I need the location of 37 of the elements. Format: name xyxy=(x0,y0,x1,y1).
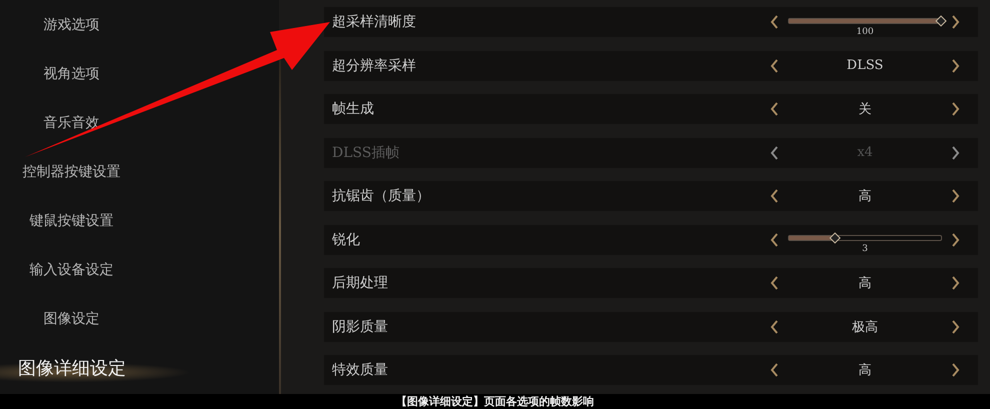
sidebar-item[interactable]: 输入设备设定 xyxy=(30,260,114,278)
sidebar-item[interactable]: 图像设定 xyxy=(44,310,100,328)
slider-thumb[interactable] xyxy=(828,232,840,244)
slider-value: 100 xyxy=(856,26,874,36)
setting-label: 超分辨率采样 xyxy=(332,56,416,74)
sidebar-item[interactable]: 视角选项 xyxy=(44,64,100,82)
setting-label: 特效质量 xyxy=(332,361,388,379)
setting-row[interactable]: 特效质量 高 xyxy=(324,355,978,385)
option-value: x4 xyxy=(857,145,873,160)
option-value: 高 xyxy=(858,188,872,205)
setting-row[interactable]: 抗锯齿（质量） 高 xyxy=(324,181,978,211)
setting-label: DLSS插帧 xyxy=(332,144,400,162)
option-value: 高 xyxy=(858,362,872,379)
sidebar-item[interactable]: 图像详细设定 xyxy=(18,356,126,380)
setting-label: 帧生成 xyxy=(332,100,374,118)
setting-label: 抗锯齿（质量） xyxy=(332,187,430,205)
setting-row[interactable]: 锐化 3 xyxy=(324,224,978,254)
setting-label: 后期处理 xyxy=(332,274,388,292)
setting-row[interactable]: 阴影质量 极高 xyxy=(324,312,978,342)
caption-text: 【图像详细设定】页面各选项的帧数影响 xyxy=(396,395,594,408)
sidebar-item[interactable]: 控制器按键设置 xyxy=(22,162,120,180)
setting-row[interactable]: 超采样清晰度 100 xyxy=(324,7,978,37)
slider-thumb[interactable] xyxy=(935,14,947,26)
slider-value: 3 xyxy=(862,244,868,254)
setting-label: 锐化 xyxy=(332,230,360,248)
setting-label: 超采样清晰度 xyxy=(332,13,416,31)
sidebar-item[interactable]: 键鼠按键设置 xyxy=(30,212,114,230)
option-value: DLSS xyxy=(846,58,884,73)
option-value: 关 xyxy=(858,101,872,118)
setting-row[interactable]: 帧生成 关 xyxy=(324,94,978,124)
sidebar-item[interactable]: 音乐音效 xyxy=(44,114,100,132)
setting-row[interactable]: 超分辨率采样 DLSS xyxy=(324,50,978,80)
setting-label: 阴影质量 xyxy=(332,318,388,336)
sidebar-item[interactable]: 游戏选项 xyxy=(44,16,100,34)
option-value: 极高 xyxy=(852,318,878,336)
option-value: 高 xyxy=(858,275,872,292)
setting-row[interactable]: 后期处理 高 xyxy=(324,268,978,298)
